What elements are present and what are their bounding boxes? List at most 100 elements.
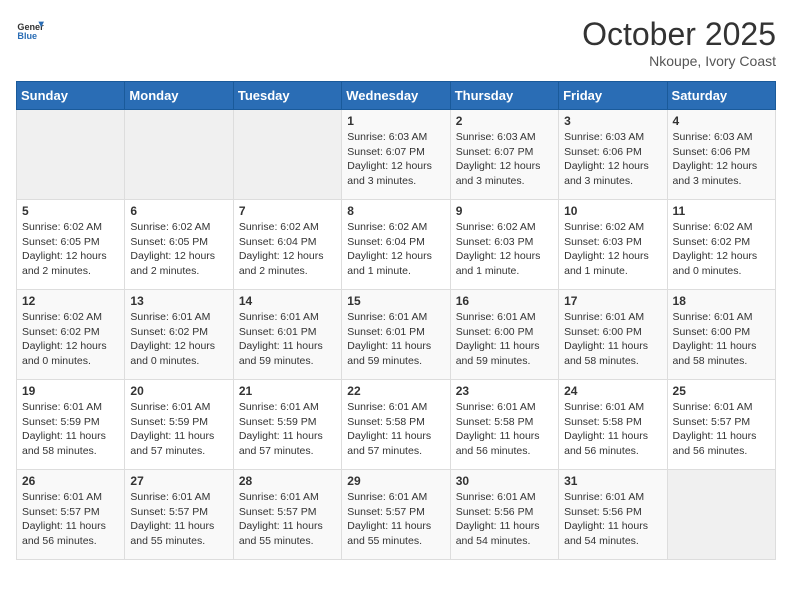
calendar-cell: 1 Sunrise: 6:03 AM Sunset: 6:07 PM Daylig… — [342, 110, 450, 200]
calendar-cell: 22 Sunrise: 6:01 AM Sunset: 5:58 PM Dayli… — [342, 380, 450, 470]
calendar-cell: 14 Sunrise: 6:01 AM Sunset: 6:01 PM Dayli… — [233, 290, 341, 380]
calendar-cell: 13 Sunrise: 6:01 AM Sunset: 6:02 PM Dayli… — [125, 290, 233, 380]
calendar-cell — [233, 110, 341, 200]
day-info: Sunrise: 6:03 AM Sunset: 6:06 PM Dayligh… — [673, 130, 770, 189]
calendar-cell: 28Sunrise: 6:01 AM Sunset: 5:57 PM Dayli… — [233, 470, 341, 560]
logo: General Blue — [16, 16, 44, 44]
calendar-table: SundayMondayTuesdayWednesdayThursdayFrid… — [16, 81, 776, 560]
day-number: 28 — [239, 474, 336, 488]
day-number: 8 — [347, 204, 444, 218]
calendar-cell: 8 Sunrise: 6:02 AM Sunset: 6:04 PM Daylig… — [342, 200, 450, 290]
day-number: 3 — [564, 114, 661, 128]
weekday-friday: Friday — [559, 82, 667, 110]
day-number: 1 — [347, 114, 444, 128]
day-info: Sunrise: 6:01 AM Sunset: 5:57 PM Dayligh… — [22, 490, 119, 549]
month-title: October 2025 — [582, 16, 776, 53]
weekday-header-row: SundayMondayTuesdayWednesdayThursdayFrid… — [17, 82, 776, 110]
calendar-header: SundayMondayTuesdayWednesdayThursdayFrid… — [17, 82, 776, 110]
calendar-cell: 29 Sunrise: 6:01 AM Sunset: 5:57 PM Dayli… — [342, 470, 450, 560]
day-info: Sunrise: 6:01 AM Sunset: 5:58 PM Dayligh… — [564, 400, 661, 459]
day-number: 26 — [22, 474, 119, 488]
calendar-cell: 17Sunrise: 6:01 AM Sunset: 6:00 PM Dayli… — [559, 290, 667, 380]
day-number: 2 — [456, 114, 553, 128]
day-info: Sunrise: 6:01 AM Sunset: 5:57 PM Dayligh… — [130, 490, 227, 549]
day-info: Sunrise: 6:02 AM Sunset: 6:05 PM Dayligh… — [130, 220, 227, 279]
day-info: Sunrise: 6:01 AM Sunset: 6:02 PM Dayligh… — [130, 310, 227, 369]
day-number: 31 — [564, 474, 661, 488]
weekday-thursday: Thursday — [450, 82, 558, 110]
day-info: Sunrise: 6:02 AM Sunset: 6:02 PM Dayligh… — [673, 220, 770, 279]
day-number: 17 — [564, 294, 661, 308]
day-number: 7 — [239, 204, 336, 218]
day-info: Sunrise: 6:01 AM Sunset: 5:59 PM Dayligh… — [130, 400, 227, 459]
calendar-cell: 10 Sunrise: 6:02 AM Sunset: 6:03 PM Dayli… — [559, 200, 667, 290]
weekday-sunday: Sunday — [17, 82, 125, 110]
day-number: 19 — [22, 384, 119, 398]
logo-icon: General Blue — [16, 16, 44, 44]
day-info: Sunrise: 6:02 AM Sunset: 6:02 PM Dayligh… — [22, 310, 119, 369]
day-info: Sunrise: 6:01 AM Sunset: 6:01 PM Dayligh… — [239, 310, 336, 369]
title-block: October 2025 Nkoupe, Ivory Coast — [582, 16, 776, 69]
calendar-cell: 25 Sunrise: 6:01 AM Sunset: 5:57 PM Dayli… — [667, 380, 775, 470]
day-info: Sunrise: 6:01 AM Sunset: 5:59 PM Dayligh… — [22, 400, 119, 459]
calendar-cell: 30 Sunrise: 6:01 AM Sunset: 5:56 PM Dayli… — [450, 470, 558, 560]
day-number: 4 — [673, 114, 770, 128]
calendar-cell: 26 Sunrise: 6:01 AM Sunset: 5:57 PM Dayli… — [17, 470, 125, 560]
weekday-wednesday: Wednesday — [342, 82, 450, 110]
day-info: Sunrise: 6:01 AM Sunset: 5:59 PM Dayligh… — [239, 400, 336, 459]
day-number: 25 — [673, 384, 770, 398]
calendar-week-row: 19 Sunrise: 6:01 AM Sunset: 5:59 PM Dayli… — [17, 380, 776, 470]
day-number: 23 — [456, 384, 553, 398]
calendar-cell: 18Sunrise: 6:01 AM Sunset: 6:00 PM Dayli… — [667, 290, 775, 380]
day-number: 16 — [456, 294, 553, 308]
day-info: Sunrise: 6:01 AM Sunset: 5:57 PM Dayligh… — [347, 490, 444, 549]
svg-text:Blue: Blue — [17, 31, 37, 41]
calendar-cell: 3Sunrise: 6:03 AM Sunset: 6:06 PM Daylig… — [559, 110, 667, 200]
day-number: 18 — [673, 294, 770, 308]
day-number: 29 — [347, 474, 444, 488]
calendar-cell: 27 Sunrise: 6:01 AM Sunset: 5:57 PM Dayli… — [125, 470, 233, 560]
day-info: Sunrise: 6:01 AM Sunset: 5:56 PM Dayligh… — [564, 490, 661, 549]
day-number: 13 — [130, 294, 227, 308]
day-info: Sunrise: 6:02 AM Sunset: 6:05 PM Dayligh… — [22, 220, 119, 279]
weekday-monday: Monday — [125, 82, 233, 110]
day-number: 12 — [22, 294, 119, 308]
calendar-cell: 2 Sunrise: 6:03 AM Sunset: 6:07 PM Daylig… — [450, 110, 558, 200]
day-info: Sunrise: 6:01 AM Sunset: 5:58 PM Dayligh… — [456, 400, 553, 459]
day-number: 21 — [239, 384, 336, 398]
day-number: 27 — [130, 474, 227, 488]
calendar-cell: 19 Sunrise: 6:01 AM Sunset: 5:59 PM Dayli… — [17, 380, 125, 470]
day-number: 9 — [456, 204, 553, 218]
weekday-tuesday: Tuesday — [233, 82, 341, 110]
day-number: 10 — [564, 204, 661, 218]
day-info: Sunrise: 6:03 AM Sunset: 6:07 PM Dayligh… — [347, 130, 444, 189]
day-info: Sunrise: 6:02 AM Sunset: 6:03 PM Dayligh… — [456, 220, 553, 279]
calendar-week-row: 5Sunrise: 6:02 AM Sunset: 6:05 PM Daylig… — [17, 200, 776, 290]
day-info: Sunrise: 6:01 AM Sunset: 5:58 PM Dayligh… — [347, 400, 444, 459]
calendar-cell: 5Sunrise: 6:02 AM Sunset: 6:05 PM Daylig… — [17, 200, 125, 290]
calendar-cell: 12 Sunrise: 6:02 AM Sunset: 6:02 PM Dayli… — [17, 290, 125, 380]
calendar-week-row: 12 Sunrise: 6:02 AM Sunset: 6:02 PM Dayli… — [17, 290, 776, 380]
day-number: 22 — [347, 384, 444, 398]
day-number: 30 — [456, 474, 553, 488]
calendar-cell: 15 Sunrise: 6:01 AM Sunset: 6:01 PM Dayli… — [342, 290, 450, 380]
calendar-cell: 24 Sunrise: 6:01 AM Sunset: 5:58 PM Dayli… — [559, 380, 667, 470]
day-info: Sunrise: 6:02 AM Sunset: 6:04 PM Dayligh… — [347, 220, 444, 279]
calendar-cell: 16Sunrise: 6:01 AM Sunset: 6:00 PM Dayli… — [450, 290, 558, 380]
day-number: 14 — [239, 294, 336, 308]
calendar-cell: 11Sunrise: 6:02 AM Sunset: 6:02 PM Dayli… — [667, 200, 775, 290]
day-info: Sunrise: 6:03 AM Sunset: 6:07 PM Dayligh… — [456, 130, 553, 189]
day-number: 24 — [564, 384, 661, 398]
calendar-cell — [125, 110, 233, 200]
day-info: Sunrise: 6:02 AM Sunset: 6:03 PM Dayligh… — [564, 220, 661, 279]
location: Nkoupe, Ivory Coast — [582, 53, 776, 69]
page-header: General Blue October 2025 Nkoupe, Ivory … — [16, 16, 776, 69]
day-info: Sunrise: 6:01 AM Sunset: 5:57 PM Dayligh… — [673, 400, 770, 459]
day-number: 20 — [130, 384, 227, 398]
day-number: 15 — [347, 294, 444, 308]
day-info: Sunrise: 6:01 AM Sunset: 6:01 PM Dayligh… — [347, 310, 444, 369]
calendar-cell: 7Sunrise: 6:02 AM Sunset: 6:04 PM Daylig… — [233, 200, 341, 290]
calendar-cell: 31 Sunrise: 6:01 AM Sunset: 5:56 PM Dayli… — [559, 470, 667, 560]
calendar-cell: 6Sunrise: 6:02 AM Sunset: 6:05 PM Daylig… — [125, 200, 233, 290]
day-info: Sunrise: 6:01 AM Sunset: 5:56 PM Dayligh… — [456, 490, 553, 549]
